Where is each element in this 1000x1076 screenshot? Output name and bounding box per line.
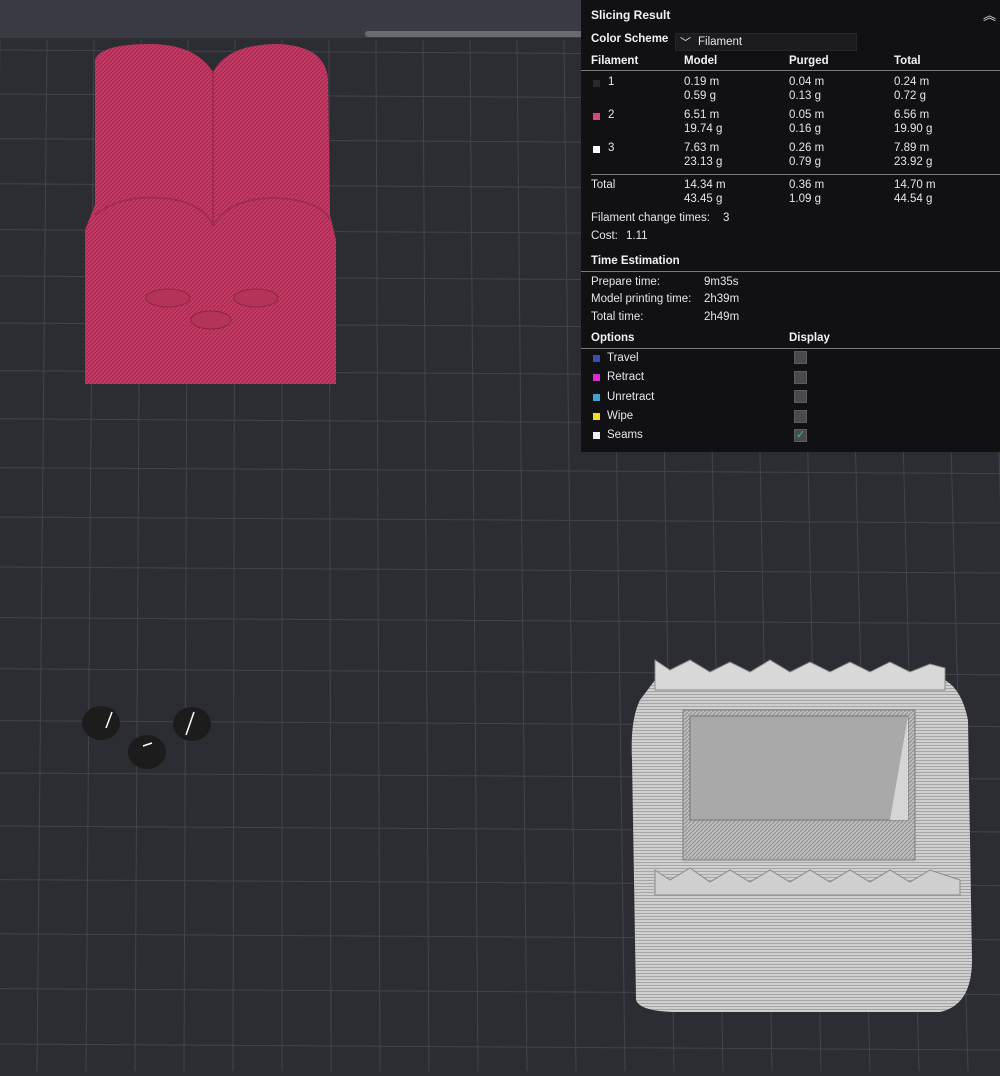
filament-3-total-len: 7.89 m: [894, 142, 930, 154]
option-seams-label: Seams: [607, 429, 643, 441]
filament-2-id: 2: [608, 109, 615, 121]
filament-1-purged-len: 0.04 m: [789, 76, 825, 88]
travel-swatch: [593, 355, 600, 362]
travel-display-checkbox[interactable]: [794, 351, 807, 364]
pink-model-part[interactable]: [85, 44, 336, 384]
filament-2-purged-len: 0.05 m: [789, 109, 825, 121]
time-estimation-title: Time Estimation: [591, 255, 680, 267]
options-header: Options: [591, 332, 635, 344]
header-total: Total: [894, 55, 921, 67]
seams-swatch: [593, 432, 600, 439]
chevron-down-icon: ﹀: [680, 37, 691, 49]
chevron-up-icon[interactable]: ︽: [983, 5, 996, 24]
checkmark-icon: ✓: [796, 429, 806, 441]
total-time-value: 2h49m: [704, 311, 740, 323]
option-unretract-label: Unretract: [607, 391, 655, 403]
filament-3-total-wt: 23.92 g: [894, 156, 933, 168]
prepare-time-label: Prepare time:: [591, 276, 661, 288]
model-time-value: 2h39m: [704, 293, 740, 305]
filament-3-purged-len: 0.26 m: [789, 142, 825, 154]
options-divider: [581, 348, 1000, 349]
total-model-len: 14.34 m: [684, 179, 726, 191]
option-retract-label: Retract: [607, 371, 645, 383]
filament-3-purged-wt: 0.79 g: [789, 156, 821, 168]
total-purged-wt: 1.09 g: [789, 193, 821, 205]
seams-display-checkbox[interactable]: ✓: [794, 429, 807, 442]
filament-3-model-wt: 23.13 g: [684, 156, 723, 168]
filament-2-model-wt: 19.74 g: [684, 123, 723, 135]
total-purged-len: 0.36 m: [789, 179, 825, 191]
header-filament: Filament: [591, 55, 639, 67]
display-header: Display: [789, 332, 830, 344]
filament-change-value: 3: [723, 212, 730, 224]
filament-change-label: Filament change times:: [591, 212, 710, 224]
header-divider: [581, 70, 1000, 71]
slicing-result-panel: Slicing Result ︽ Color Scheme ﹀ Filament…: [581, 0, 1000, 452]
filament-3-id: 3: [608, 142, 615, 154]
wipe-display-checkbox[interactable]: [794, 410, 807, 423]
filament-1-model-len: 0.19 m: [684, 76, 720, 88]
filament-1-swatch: [593, 80, 600, 87]
filament-3-swatch: [593, 146, 600, 153]
option-wipe-label: Wipe: [607, 410, 634, 422]
filament-1-total-len: 0.24 m: [894, 76, 930, 88]
filament-1-model-wt: 0.59 g: [684, 90, 716, 102]
filament-1-purged-wt: 0.13 g: [789, 90, 821, 102]
retract-display-checkbox[interactable]: [794, 371, 807, 384]
cost-label: Cost:: [591, 230, 618, 242]
unretract-swatch: [593, 394, 600, 401]
total-model-wt: 43.45 g: [684, 193, 723, 205]
layer-slider-track[interactable]: [365, 31, 595, 37]
wipe-swatch: [593, 413, 600, 420]
panel-title: Slicing Result: [591, 8, 671, 22]
header-purged: Purged: [789, 55, 829, 67]
color-scheme-value: Filament: [698, 36, 743, 48]
filament-2-total-len: 6.56 m: [894, 109, 930, 121]
filament-2-total-wt: 19.90 g: [894, 123, 933, 135]
color-scheme-label: Color Scheme: [591, 33, 669, 45]
white-model-part[interactable]: [631, 659, 972, 1012]
model-time-label: Model printing time:: [591, 293, 692, 305]
filament-1-id: 1: [608, 76, 615, 88]
filament-2-model-len: 6.51 m: [684, 109, 720, 121]
total-total-wt: 44.54 g: [894, 193, 933, 205]
header-model: Model: [684, 55, 718, 67]
total-time-label: Total time:: [591, 311, 644, 323]
retract-swatch: [593, 374, 600, 381]
prepare-time-value: 9m35s: [704, 276, 739, 288]
filament-2-purged-wt: 0.16 g: [789, 123, 821, 135]
total-total-len: 14.70 m: [894, 179, 936, 191]
time-divider: [581, 271, 1000, 272]
option-travel-label: Travel: [607, 352, 639, 364]
total-label: Total: [591, 179, 616, 191]
filament-2-swatch: [593, 113, 600, 120]
total-divider: [591, 174, 1000, 175]
filament-3-model-len: 7.63 m: [684, 142, 720, 154]
filament-1-total-wt: 0.72 g: [894, 90, 926, 102]
color-scheme-dropdown[interactable]: ﹀ Filament: [675, 33, 857, 51]
black-model-parts[interactable]: [82, 706, 211, 769]
cost-value: 1.11: [626, 230, 648, 242]
unretract-display-checkbox[interactable]: [794, 390, 807, 403]
